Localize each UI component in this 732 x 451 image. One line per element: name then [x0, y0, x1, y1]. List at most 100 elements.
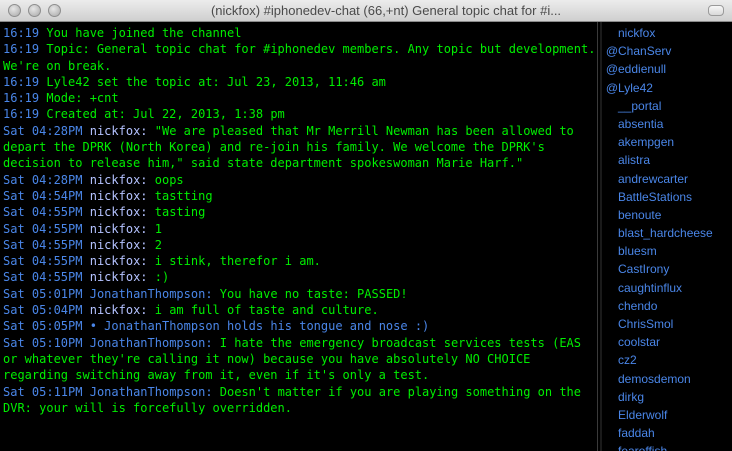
user-name: faddah [618, 426, 655, 441]
user-list-item[interactable]: nickfox [602, 24, 732, 42]
user-list-item[interactable]: BattleStations [602, 188, 732, 206]
message-text: oops [147, 172, 184, 187]
message-timestamp: Sat 04:55PM [3, 205, 83, 220]
message-timestamp: Sat 05:10PM [3, 335, 83, 350]
message-timestamp: 16:19 [3, 74, 40, 89]
message-timestamp: Sat 04:54PM [3, 188, 83, 203]
message-nick[interactable]: nickfox: [90, 254, 148, 268]
user-name: akempgen [618, 135, 675, 150]
user-list-item[interactable]: @ChanServ [602, 42, 732, 60]
message-timestamp: Sat 04:55PM [3, 270, 83, 285]
user-list-item[interactable]: coolstar [602, 333, 732, 351]
user-mode-prefix: @ [605, 44, 618, 59]
close-window-button[interactable] [8, 4, 21, 17]
message-nick[interactable]: nickfox: [90, 189, 148, 203]
message-nick[interactable]: nickfox: [90, 124, 148, 138]
user-name: CastIrony [618, 262, 670, 277]
minimize-window-button[interactable] [28, 4, 41, 17]
user-list-item[interactable]: bluesm [602, 242, 732, 260]
message-nick[interactable]: nickfox: [90, 270, 148, 284]
toolbar-toggle-button[interactable] [708, 5, 724, 16]
chat-message: Sat 05:04PM nickfox: i am full of taste … [3, 302, 596, 318]
message-text: tasting [147, 205, 206, 220]
user-list-item[interactable]: Elderwolf [602, 406, 732, 424]
user-list[interactable]: nickfox @ChanServ @eddienull @Lyle42 __porta… [602, 22, 732, 451]
user-name: coolstar [618, 335, 661, 350]
message-timestamp: Sat 05:05PM [3, 319, 83, 334]
message-timestamp: Sat 04:55PM [3, 237, 83, 252]
user-list-item[interactable]: caughtinflux [602, 279, 732, 297]
message-text: i am full of taste and culture. [147, 303, 379, 318]
message-timestamp: 16:19 [3, 42, 40, 57]
message-timestamp: 16:19 [3, 107, 40, 122]
message-text: Mode: +cnt [39, 91, 119, 106]
chat-message: Sat 04:55PM nickfox: i stink, therefor i… [3, 253, 596, 269]
user-list-item[interactable]: alistra [602, 151, 732, 169]
user-name: caughtinflux [618, 280, 683, 295]
user-list-item[interactable]: akempgen [602, 133, 732, 151]
user-list-item[interactable]: ChrisSmol [602, 315, 732, 333]
message-nick[interactable]: nickfox: [90, 173, 148, 187]
message-nick[interactable]: JonathanThompson: [90, 385, 213, 399]
message-nick[interactable]: JonathanThompson: [90, 336, 213, 350]
user-list-item[interactable]: __portal [602, 97, 732, 115]
message-nick[interactable]: nickfox: [90, 238, 148, 252]
chat-message: Sat 04:55PM nickfox: :) [3, 269, 596, 285]
message-timestamp: 16:19 [3, 26, 40, 40]
user-list-item[interactable]: @Lyle42 [602, 79, 732, 97]
message-nick[interactable]: nickfox: [90, 303, 148, 317]
message-text: 2 [147, 237, 162, 252]
user-name: chendo [618, 298, 658, 313]
message-nick[interactable]: nickfox: [90, 205, 148, 219]
user-name: eddienull [618, 62, 667, 77]
user-name: andrewcarter [618, 171, 689, 186]
user-name: ChanServ [618, 44, 672, 59]
user-name: __portal [618, 98, 662, 113]
user-name: cz2 [618, 353, 637, 368]
user-list-item[interactable]: absentia [602, 115, 732, 133]
user-list-item[interactable]: chendo [602, 297, 732, 315]
chat-message: Sat 04:55PM nickfox: tasting [3, 204, 596, 220]
chat-log[interactable]: 16:19 You have joined the channel 16:19 T… [0, 22, 596, 451]
user-list-item[interactable]: benoute [602, 206, 732, 224]
message-text: 1 [147, 221, 162, 236]
action-text: • JonathanThompson holds his tongue and … [89, 319, 430, 334]
message-text: i stink, therefor i am. [147, 254, 321, 269]
user-list-item[interactable]: dirkg [602, 388, 732, 406]
chat-message: Sat 05:05PM • JonathanThompson holds his… [3, 318, 596, 334]
user-list-item[interactable]: faddah [602, 424, 732, 442]
user-list-item[interactable]: @eddienull [602, 60, 732, 78]
user-list-item[interactable]: demosdemon [602, 370, 732, 388]
message-text: tastting [147, 188, 213, 203]
pane-divider[interactable] [597, 22, 598, 451]
user-list-item[interactable]: cz2 [602, 351, 732, 369]
chat-message: Sat 04:54PM nickfox: tastting [3, 188, 596, 204]
message-text: You have no taste: PASSED! [212, 286, 408, 301]
user-list-item[interactable]: fearoffish [602, 442, 732, 451]
message-text: :) [147, 270, 170, 285]
chat-message: 16:19 You have joined the channel [3, 25, 596, 41]
user-name: ChrisSmol [618, 317, 674, 331]
user-name: blast_hardcheese [618, 226, 713, 241]
message-nick[interactable]: nickfox: [90, 222, 148, 236]
message-timestamp: Sat 04:55PM [3, 221, 83, 236]
message-text: You have joined the channel [39, 26, 242, 40]
user-list-item[interactable]: blast_hardcheese [602, 224, 732, 242]
message-nick[interactable]: JonathanThompson: [90, 287, 213, 301]
user-name: nickfox [618, 26, 656, 40]
chat-message: Sat 05:10PM JonathanThompson: I hate the… [3, 335, 596, 384]
chat-message: Sat 04:55PM nickfox: 1 [3, 221, 596, 237]
message-timestamp: Sat 04:28PM [3, 172, 83, 187]
message-text: Topic: General topic chat for #iphonedev… [3, 42, 596, 73]
message-timestamp: Sat 05:01PM [3, 286, 83, 301]
user-list-item[interactable]: andrewcarter [602, 170, 732, 188]
message-timestamp: Sat 05:04PM [3, 303, 83, 318]
user-name: dirkg [618, 389, 645, 404]
zoom-window-button[interactable] [48, 4, 61, 17]
user-name: absentia [618, 116, 664, 131]
chat-message: Sat 04:55PM nickfox: 2 [3, 237, 596, 253]
chat-message: 16:19 Lyle42 set the topic at: Jul 23, 2… [3, 74, 596, 90]
chat-message: 16:19 Created at: Jul 22, 2013, 1:38 pm [3, 106, 596, 122]
user-list-item[interactable]: CastIrony [602, 260, 732, 278]
chat-message: 16:19 Mode: +cnt [3, 90, 596, 106]
